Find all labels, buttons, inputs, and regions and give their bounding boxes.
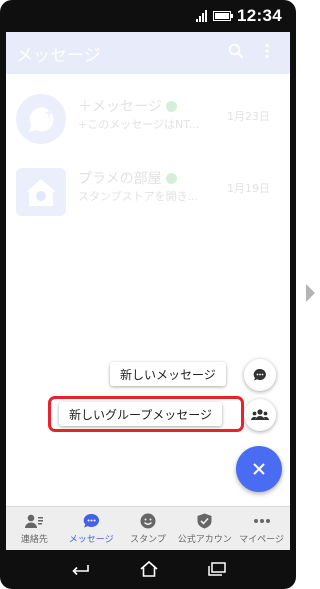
smile-icon <box>140 513 156 529</box>
new-group-message-button[interactable] <box>244 399 276 431</box>
shield-check-icon <box>197 513 212 529</box>
tab-label: 公式アカウン <box>177 535 232 545</box>
page-title: メッセージ <box>16 45 101 66</box>
conversation-list: + ＋メッセージ +このメッセージはNT... 1月23日 プラメの部屋 スタン… <box>6 84 290 228</box>
verified-icon <box>165 172 177 184</box>
bottom-tab-bar: 連絡先 メッセージ スタンプ 公式アカウン マイページ <box>6 506 290 550</box>
close-icon <box>253 463 265 475</box>
conversation-date: 1月19日 <box>227 182 270 195</box>
home-icon[interactable] <box>139 560 159 578</box>
svg-text:+: + <box>44 106 54 120</box>
avatar <box>16 168 66 216</box>
conversation-item[interactable]: プラメの部屋 スタンプストアを開き... 1月19日 <box>6 156 290 228</box>
phone-frame: 12:34 メッセージ + ＋メッセージ +このメッセージはNT... 1月23… <box>0 0 296 589</box>
tab-messages[interactable]: メッセージ <box>63 507 120 550</box>
search-icon[interactable] <box>228 43 244 59</box>
more-dots-icon <box>253 519 270 523</box>
app-bar: メッセージ <box>6 32 290 74</box>
tab-my-page[interactable]: マイページ <box>233 507 290 550</box>
new-message-button[interactable] <box>244 359 276 391</box>
group-icon <box>251 409 269 420</box>
app-screen: メッセージ + ＋メッセージ +このメッセージはNT... 1月23日 プラメの… <box>6 32 290 550</box>
next-arrow-icon[interactable] <box>306 284 315 302</box>
more-vert-icon[interactable] <box>264 43 270 59</box>
plus-message-logo-icon: + <box>29 106 54 132</box>
status-time: 12:34 <box>237 6 282 25</box>
signal-icon <box>196 10 208 22</box>
tab-stamps[interactable]: スタンプ <box>120 507 177 550</box>
new-group-message-option[interactable]: 新しいグループメッセージ <box>59 402 223 426</box>
conversation-date: 1月23日 <box>227 110 270 123</box>
house-logo-icon <box>26 179 56 206</box>
conversation-item[interactable]: + ＋メッセージ +このメッセージはNT... 1月23日 <box>6 84 290 156</box>
verified-icon <box>165 100 177 112</box>
tab-label: 連絡先 <box>20 535 48 545</box>
new-message-option[interactable]: 新しいメッセージ <box>110 362 226 386</box>
tab-official-accounts[interactable]: 公式アカウン <box>176 507 233 550</box>
close-fab-button[interactable] <box>236 446 282 492</box>
status-bar: 12:34 <box>6 2 290 30</box>
back-icon[interactable] <box>70 562 90 576</box>
conversation-name: プラメの部屋 <box>78 168 177 188</box>
tab-label: マイページ <box>239 535 284 545</box>
chat-bubble-icon <box>253 368 266 381</box>
conversation-preview: スタンプストアを開き... <box>78 190 199 203</box>
avatar: + <box>16 94 66 144</box>
conversation-preview: +このメッセージはNT... <box>78 118 200 131</box>
contacts-icon <box>25 514 44 528</box>
tab-contacts[interactable]: 連絡先 <box>6 507 63 550</box>
system-nav-bar <box>6 552 290 586</box>
battery-icon <box>213 11 234 21</box>
conversation-name: ＋メッセージ <box>78 96 177 116</box>
tab-label: スタンプ <box>130 535 166 545</box>
recent-apps-icon[interactable] <box>207 562 226 576</box>
tab-label: メッセージ <box>68 535 114 545</box>
chat-bubble-icon <box>83 513 99 528</box>
